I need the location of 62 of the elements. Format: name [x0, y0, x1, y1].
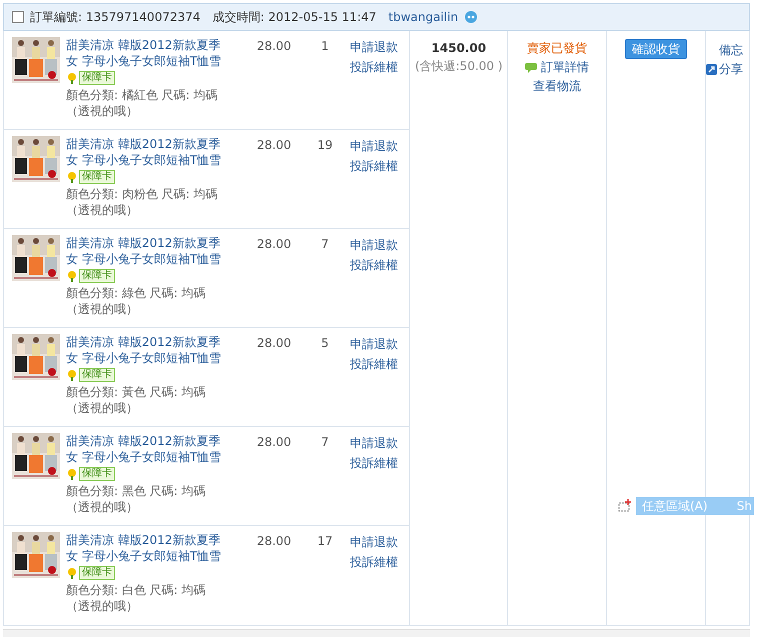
chat-icon[interactable] — [464, 10, 478, 24]
product-spec: 顏色分類: 白色 尺碼: 均碼 — [66, 582, 207, 598]
product-note: （透視的哦） — [66, 598, 139, 614]
order-details-link[interactable]: 訂單詳情 — [541, 58, 590, 77]
seller-link[interactable]: tbwangailin — [388, 8, 458, 26]
order-status: 賣家已發貨 — [527, 40, 588, 57]
flower-icon — [66, 369, 78, 381]
quantity: 5 — [320, 335, 330, 352]
quantity: 1 — [320, 38, 330, 55]
quantity: 17 — [316, 533, 334, 550]
flower-icon — [66, 270, 78, 282]
product-title[interactable]: 甜美清凉 韓版2012新款夏季女 字母小兔子女郎短袖T恤雪 — [66, 433, 228, 465]
flower-icon — [66, 468, 78, 480]
unit-price: 28.00 — [256, 434, 292, 451]
flower-icon — [66, 171, 78, 183]
action-link[interactable]: 申請退款 — [350, 37, 398, 57]
share-icon — [706, 64, 717, 75]
order-time: 成交時間: 2012-05-15 11:47 — [212, 9, 376, 26]
select-checkbox[interactable] — [12, 11, 24, 23]
action-link[interactable]: 申請退款 — [350, 334, 398, 354]
action-link[interactable]: 投訴維權 — [350, 57, 398, 77]
unit-price: 28.00 — [256, 236, 292, 253]
product-spec: 顏色分類: 橘紅色 尺碼: 均碼 — [66, 87, 219, 103]
shipping-fee: (含快遞:50.00 ) — [414, 58, 503, 75]
product-spec: 顏色分類: 黑色 尺碼: 均碼 — [66, 483, 207, 499]
unit-price: 28.00 — [256, 38, 292, 55]
unit-price: 28.00 — [256, 137, 292, 154]
action-link[interactable]: 投訴維權 — [350, 255, 398, 275]
order-total: 1450.00 — [431, 40, 486, 57]
action-link[interactable]: 投訴維權 — [350, 453, 398, 473]
order-number: 訂單編號: 135797140072374 — [30, 9, 200, 26]
product-title[interactable]: 甜美清凉 韓版2012新款夏季女 字母小兔子女郎短袖T恤雪 — [66, 334, 228, 366]
product-note: （透視的哦） — [66, 499, 139, 515]
unit-price: 28.00 — [256, 335, 292, 352]
unit-price: 28.00 — [256, 533, 292, 550]
quantity: 7 — [320, 236, 330, 253]
product-spec: 顏色分類: 肉粉色 尺碼: 均碼 — [66, 186, 219, 202]
product-title[interactable]: 甜美清凉 韓版2012新款夏季女 字母小兔子女郎短袖T恤雪 — [66, 136, 228, 168]
share-link[interactable]: 分享 — [718, 60, 743, 79]
logistics-link[interactable]: 查看物流 — [533, 77, 582, 96]
action-link[interactable]: 申請退款 — [350, 433, 398, 453]
action-link[interactable]: 投訴維權 — [350, 156, 398, 176]
product-note: （透視的哦） — [66, 301, 139, 317]
action-link[interactable]: 申請退款 — [350, 532, 398, 552]
product-spec: 顏色分類: 綠色 尺碼: 均碼 — [66, 285, 207, 301]
flower-icon — [66, 567, 78, 579]
product-title[interactable]: 甜美清凉 韓版2012新款夏季女 字母小兔子女郎短袖T恤雪 — [66, 37, 228, 69]
product-note: （透視的哦） — [66, 400, 139, 416]
action-link[interactable]: 申請退款 — [350, 136, 398, 156]
action-link[interactable]: 投訴維權 — [350, 354, 398, 374]
memo-link[interactable]: 備忘 — [718, 41, 743, 60]
quantity: 19 — [316, 137, 334, 154]
product-spec: 顏色分類: 黃色 尺碼: 均碼 — [66, 384, 207, 400]
product-title[interactable]: 甜美清凉 韓版2012新款夏季女 字母小兔子女郎短袖T恤雪 — [66, 235, 228, 267]
quantity: 7 — [320, 434, 330, 451]
action-link[interactable]: 申請退款 — [350, 235, 398, 255]
speech-bubble-icon — [525, 62, 538, 72]
product-note: （透視的哦） — [66, 103, 139, 119]
product-title[interactable]: 甜美清凉 韓版2012新款夏季女 字母小兔子女郎短袖T恤雪 — [66, 532, 228, 564]
action-link[interactable]: 投訴維權 — [350, 552, 398, 572]
product-note: （透視的哦） — [66, 202, 139, 218]
flower-icon — [66, 72, 78, 84]
